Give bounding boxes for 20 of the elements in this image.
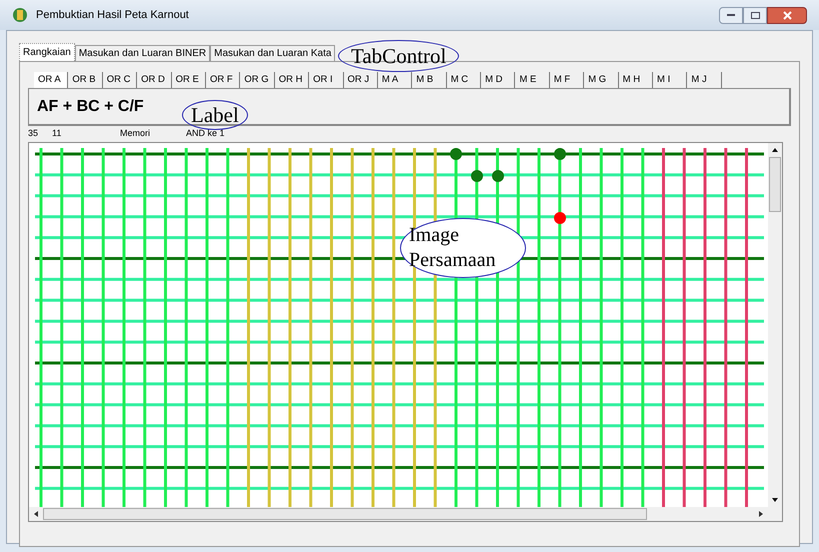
minimize-button[interactable] xyxy=(719,6,743,24)
horizontal-scrollbar[interactable] xyxy=(29,507,782,521)
close-icon xyxy=(782,10,792,20)
status-text: Memori xyxy=(120,127,152,140)
status-text: 35 xyxy=(28,127,40,140)
tab[interactable]: Masukan dan Luaran BINER xyxy=(74,45,210,61)
scroll-thumb[interactable] xyxy=(43,508,647,520)
tab[interactable]: Rangkaian xyxy=(19,43,75,61)
close-button[interactable] xyxy=(767,6,807,24)
status-text: 11 xyxy=(52,127,62,140)
annotation-callout: Label xyxy=(182,100,248,130)
scroll-thumb[interactable] xyxy=(769,157,781,212)
window-title: Pembuktian Hasil Peta Karnout xyxy=(36,8,189,23)
vertical-scrollbar[interactable] xyxy=(768,143,782,507)
equation-label: AF + BC + C/F xyxy=(37,96,144,116)
tab[interactable]: OR A xyxy=(34,72,68,88)
tab[interactable]: Masukan dan Luaran Kata xyxy=(210,45,336,61)
app-icon xyxy=(12,7,28,23)
maximize-button[interactable] xyxy=(743,6,767,24)
annotation-callout: TabControl xyxy=(338,40,460,72)
